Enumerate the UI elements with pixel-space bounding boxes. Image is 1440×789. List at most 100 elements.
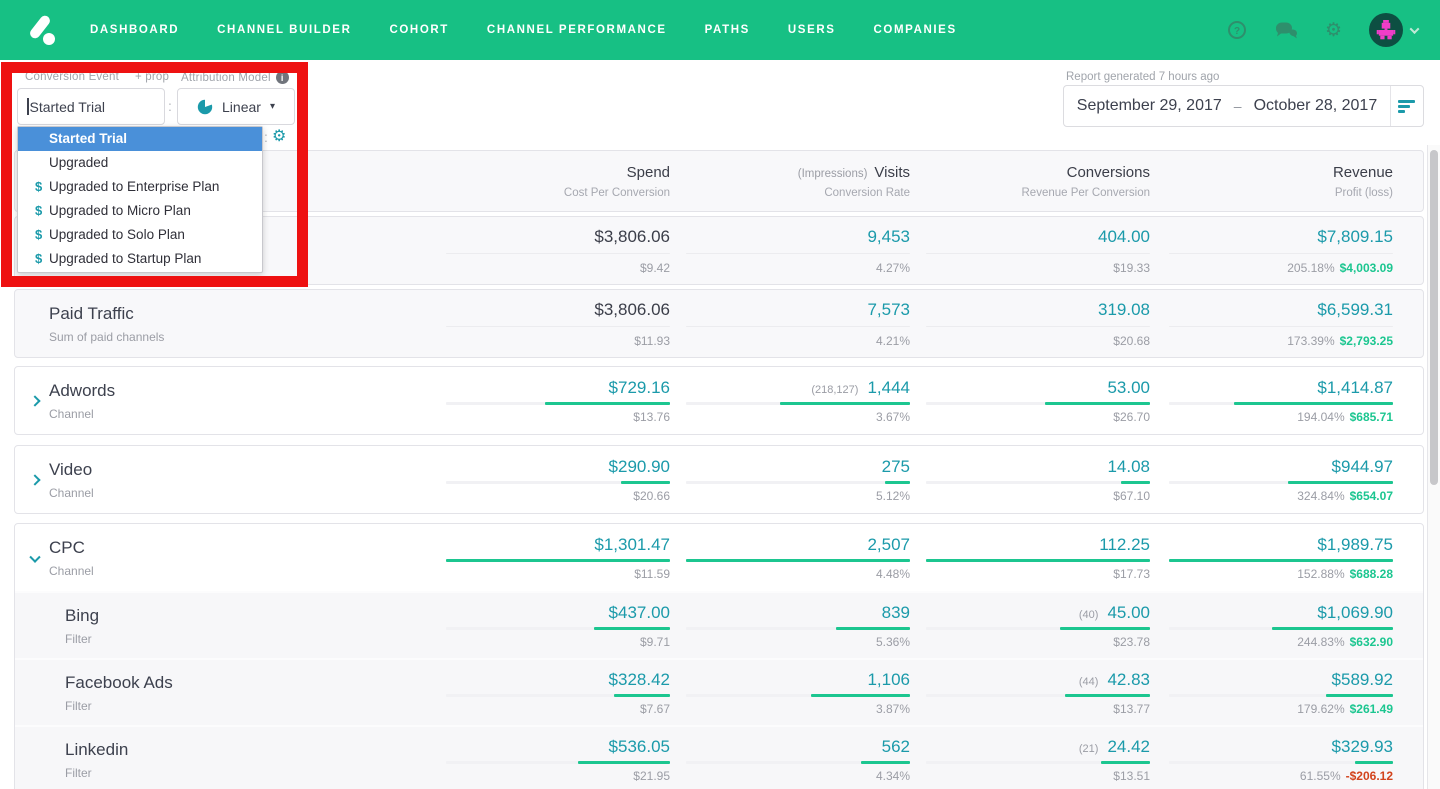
dropdown-item[interactable]: $ Upgraded to Solo Plan bbox=[18, 223, 262, 247]
row-label: Facebook Ads Filter bbox=[15, 660, 430, 725]
text-cursor bbox=[27, 98, 29, 115]
metric-value: $6,599.31 bbox=[1317, 299, 1393, 319]
metric-cell: 112.25 $17.73 bbox=[910, 535, 1150, 581]
vertical-scrollbar[interactable] bbox=[1427, 145, 1440, 789]
nav-item-paths[interactable]: PATHS bbox=[705, 24, 750, 36]
metric-sub-value: 4.27% bbox=[875, 260, 910, 275]
metric-cell: 9,453 4.27% bbox=[670, 227, 910, 275]
app-logo-icon[interactable] bbox=[22, 10, 62, 50]
metric-value: 1,106 bbox=[867, 669, 910, 689]
table-row[interactable]: CPC Channel $1,301.47 $11.59 2,507 4.48%… bbox=[15, 524, 1423, 591]
conversion-event-input[interactable]: Started Trial bbox=[17, 88, 165, 125]
metric-sub-value: $13.76 bbox=[633, 409, 670, 424]
column-subtitle: Cost Per Conversion bbox=[563, 186, 670, 199]
filter-icon[interactable] bbox=[1391, 86, 1423, 126]
row-subtitle: Channel bbox=[49, 563, 94, 578]
metric-value: $3,806.06 bbox=[594, 226, 670, 246]
column-title: Revenue bbox=[1332, 163, 1393, 181]
metric-cell: $944.97 324.84% $654.07 bbox=[1150, 457, 1393, 503]
chevron-down-icon[interactable] bbox=[29, 551, 41, 563]
metric-value: $437.00 bbox=[608, 602, 670, 622]
chevron-down-icon bbox=[1409, 23, 1420, 34]
metric-cell: (218,127) 1,444 3.67% bbox=[670, 378, 910, 424]
top-nav: DASHBOARD CHANNEL BUILDER COHORT CHANNEL PE… bbox=[0, 0, 1440, 60]
attribution-model-select[interactable]: Linear ▾ bbox=[177, 88, 295, 125]
dollar-icon: $ bbox=[35, 227, 43, 242]
table-row-card: Paid Traffic Sum of paid channels $3,806… bbox=[14, 289, 1424, 358]
add-prop-link[interactable]: + prop bbox=[135, 71, 169, 83]
info-icon[interactable]: i bbox=[275, 71, 289, 84]
metric-sub-value: 5.36% bbox=[875, 634, 910, 649]
help-icon[interactable]: ? bbox=[1227, 20, 1247, 40]
metric-cell: 404.00 $19.33 bbox=[910, 227, 1150, 275]
metric-bar bbox=[446, 558, 670, 562]
metric-cell: 839 5.36% bbox=[670, 603, 910, 649]
row-label: Adwords Channel bbox=[15, 367, 430, 434]
conversion-event-label: Conversion Event + prop bbox=[25, 71, 170, 83]
metric-sub-value: 194.04% bbox=[1297, 409, 1345, 424]
user-menu[interactable] bbox=[1369, 13, 1420, 47]
metric-value: $1,414.87 bbox=[1317, 377, 1393, 397]
caret-down-icon: ▾ bbox=[269, 101, 275, 112]
metric-prefix: (218,127) bbox=[811, 383, 859, 396]
metric-bar bbox=[686, 325, 910, 327]
date-range-picker[interactable]: September 29, 2017 – October 28, 2017 bbox=[1063, 85, 1424, 127]
metric-cell: 1,106 3.87% bbox=[670, 670, 910, 716]
metric-value: 42.83 bbox=[1107, 669, 1150, 689]
scrollbar-thumb[interactable] bbox=[1430, 150, 1438, 485]
metric-value: 562 bbox=[881, 736, 910, 756]
row-label: Bing Filter bbox=[15, 593, 430, 658]
metric-cell: $1,301.47 $11.59 bbox=[430, 535, 670, 581]
table-row[interactable]: Adwords Channel $729.16 $13.76 (218,127)… bbox=[15, 367, 1423, 434]
table-row[interactable]: Facebook Ads Filter $328.42 $7.67 1,106 … bbox=[15, 658, 1423, 725]
metric-cell: 2,507 4.48% bbox=[670, 535, 910, 581]
metric-bar bbox=[446, 693, 670, 697]
metric-bar bbox=[686, 558, 910, 562]
nav-item-dashboard[interactable]: DASHBOARD bbox=[90, 24, 179, 36]
metric-bar bbox=[446, 480, 670, 484]
metric-bar bbox=[1169, 252, 1393, 254]
nav-item-cohort[interactable]: COHORT bbox=[389, 24, 448, 36]
chevron-right-icon[interactable] bbox=[29, 394, 41, 407]
model-settings-gear-icon[interactable]: ⚙ bbox=[272, 126, 286, 146]
row-name: Paid Traffic bbox=[49, 303, 134, 323]
nav-item-companies[interactable]: COMPANIES bbox=[874, 24, 957, 36]
metric-sub-value: 179.62% bbox=[1297, 701, 1345, 716]
metric-value: 275 bbox=[881, 456, 910, 476]
metric-bar bbox=[686, 252, 910, 254]
table-row[interactable]: Video Channel $290.90 $20.66 275 5.12% 1… bbox=[15, 446, 1423, 513]
row-subtitle: Filter bbox=[65, 631, 92, 646]
avatar bbox=[1369, 13, 1403, 47]
metric-bar bbox=[926, 401, 1150, 405]
gear-icon[interactable]: ⚙ bbox=[1325, 21, 1342, 40]
nav-item-channel-builder[interactable]: CHANNEL BUILDER bbox=[217, 24, 351, 36]
table-row[interactable]: Linkedin Filter $536.05 $21.95 562 4.34%… bbox=[15, 725, 1423, 789]
row-name: Video bbox=[49, 459, 93, 479]
date-start: September 29, 2017 bbox=[1076, 97, 1222, 114]
dropdown-item[interactable]: Upgraded bbox=[18, 151, 262, 175]
dropdown-item[interactable]: Started Trial bbox=[18, 127, 262, 151]
metric-value: $1,301.47 bbox=[594, 534, 670, 554]
metric-cell: 319.08 $20.68 bbox=[910, 300, 1150, 348]
attribution-model-label: Attribution Model i bbox=[181, 71, 289, 84]
table-row[interactable]: Bing Filter $437.00 $9.71 839 5.36% (40)… bbox=[15, 591, 1423, 658]
metric-prefix: (40) bbox=[1078, 608, 1099, 621]
dropdown-item[interactable]: $ Upgraded to Micro Plan bbox=[18, 199, 262, 223]
nav-item-channel-performance[interactable]: CHANNEL PERFORMANCE bbox=[487, 24, 667, 36]
metric-value: $290.90 bbox=[608, 456, 670, 476]
metric-value: $3,806.06 bbox=[594, 299, 670, 319]
nav-item-users[interactable]: USERS bbox=[788, 24, 836, 36]
metric-sub-value: 61.55% bbox=[1299, 768, 1341, 783]
dropdown-item[interactable]: $ Upgraded to Startup Plan bbox=[18, 247, 262, 271]
chat-icon[interactable] bbox=[1274, 21, 1298, 39]
chevron-right-icon[interactable] bbox=[29, 473, 41, 486]
column-header: Spend Cost Per Conversion bbox=[430, 164, 670, 199]
metric-sub-value: 4.34% bbox=[875, 768, 910, 783]
nav-right: ? ⚙ bbox=[1227, 13, 1420, 47]
row-name: Linkedin bbox=[65, 739, 129, 759]
table-row[interactable]: Paid Traffic Sum of paid channels $3,806… bbox=[15, 290, 1423, 357]
metric-bar bbox=[446, 252, 670, 254]
metric-cell: $1,989.75 152.88% $688.28 bbox=[1150, 535, 1393, 581]
dropdown-item[interactable]: $ Upgraded to Enterprise Plan bbox=[18, 175, 262, 199]
metric-sub-value: $67.10 bbox=[1113, 488, 1150, 503]
